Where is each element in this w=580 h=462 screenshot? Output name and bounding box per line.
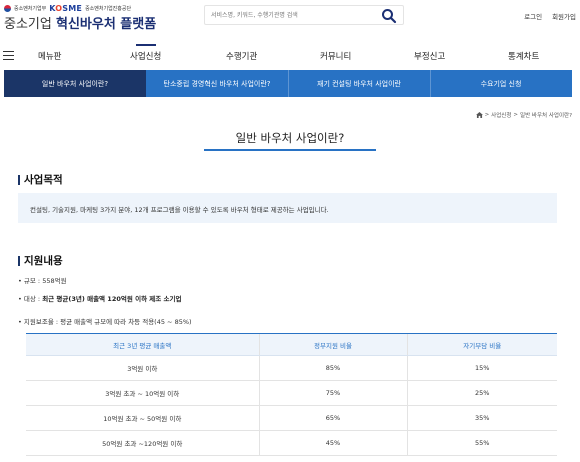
page-title: 일반 바우처 사업이란?	[235, 131, 345, 145]
breadcrumb-item-apply[interactable]: 사업신청	[491, 111, 511, 119]
gnb-active-indicator	[136, 44, 156, 46]
site-title[interactable]: 중소기업 혁신바우처 플랫폼	[4, 13, 156, 32]
tab-carbon-neutral-voucher[interactable]: 탄소중립 경영혁신 바우처 사업이란?	[146, 70, 288, 97]
gnb-item-report[interactable]: 부정신고	[414, 50, 445, 62]
gnb-item-apply[interactable]: 사업신청	[130, 50, 161, 62]
table-cell: 85%	[258, 355, 407, 381]
tab-demand-apply[interactable]: 수요기업 신청	[430, 70, 572, 97]
support-ratio-table: 최근 3년 평균 매출액 정부지원 비율 자기부담 비율 3억원 이하 85% …	[26, 333, 557, 456]
tab-recovery-consulting-voucher[interactable]: 재기 컨설팅 바우처 사업이란	[288, 70, 430, 97]
table-cell: 15%	[406, 355, 557, 381]
gnb-item-menu[interactable]: 메뉴판	[38, 50, 61, 62]
main-navigation: 메뉴판 사업신청 수행기관 커뮤니티 부정신고 통계차트	[0, 44, 580, 68]
table-cell: 75%	[258, 380, 407, 406]
purpose-description: 컨설팅, 기술지원, 마케팅 3가지 분야, 12개 프로그램을 이용할 수 있…	[18, 193, 557, 223]
table-cell: 3억원 이하	[26, 355, 259, 381]
table-row: 3억원 이하 85% 15%	[26, 355, 557, 381]
section-marker	[18, 255, 20, 266]
table-cell: 35%	[406, 405, 557, 431]
section-title-support: 지원내용	[18, 253, 63, 268]
sub-tabs: 일반 바우처 사업이란? 탄소중립 경영혁신 바우처 사업이란? 재기 컨설팅 …	[4, 70, 572, 97]
gnb-item-agencies[interactable]: 수행기관	[226, 50, 257, 62]
table-cell: 3억원 초과 ~ 10억원 이하	[26, 380, 259, 406]
search-icon[interactable]	[381, 8, 397, 24]
search-input[interactable]	[211, 9, 371, 22]
column-header-gov-ratio: 정부지원 비율	[258, 333, 407, 356]
gnb-item-stats[interactable]: 통계차트	[508, 50, 539, 62]
table-cell: 45%	[258, 430, 407, 456]
support-scale: • 규모 : 558억원	[18, 277, 67, 285]
utility-links: 로그인 회원가입	[524, 11, 576, 21]
support-ratio: • 지원보조율 : 평균 매출액 규모에 따라 차등 적용(45 ~ 85%)	[18, 318, 192, 326]
support-target: • 대상 : 최근 평균(3년) 매출액 120억원 이하 제조 소기업	[18, 295, 182, 303]
kosme-logo: KOSME	[49, 4, 83, 13]
breadcrumb-separator: >	[484, 112, 490, 118]
hamburger-menu-icon[interactable]	[3, 51, 14, 60]
join-link[interactable]: 회원가입	[552, 11, 576, 21]
gov-label: 중소벤처기업부	[14, 6, 47, 12]
breadcrumb: > 사업신청 > 일반 바우처 사업이란?	[475, 111, 572, 119]
breadcrumb-separator: >	[513, 112, 519, 118]
site-header: 중소벤처기업부 KOSME 중소벤처기업진흥공단 중소기업 혁신바우처 플랫폼 …	[0, 0, 580, 38]
home-icon[interactable]	[475, 112, 483, 118]
breadcrumb-item-current: 일반 바우처 사업이란?	[520, 113, 572, 119]
table-cell: 25%	[406, 380, 557, 406]
table-cell: 65%	[258, 405, 407, 431]
table-row: 3억원 초과 ~ 10억원 이하 75% 25%	[26, 380, 557, 406]
section-title-purpose: 사업목적	[18, 172, 63, 187]
table-row: 50억원 초과 ~120억원 이하 45% 55%	[26, 430, 557, 456]
column-header-self-ratio: 자기부담 비율	[406, 333, 557, 356]
tab-general-voucher[interactable]: 일반 바우처 사업이란?	[4, 70, 146, 97]
table-cell: 10억원 초과 ~ 50억원 이하	[26, 405, 259, 431]
table-cell: 50억원 초과 ~120억원 이하	[26, 430, 259, 456]
gnb-item-community[interactable]: 커뮤니티	[320, 50, 351, 62]
title-underline	[204, 149, 376, 151]
section-marker	[18, 174, 20, 185]
agency-logo[interactable]: 중소벤처기업부 KOSME 중소벤처기업진흥공단	[4, 4, 131, 13]
table-header-row: 최근 3년 평균 매출액 정부지원 비율 자기부담 비율	[26, 333, 557, 356]
table-row: 10억원 초과 ~ 50억원 이하 65% 35%	[26, 405, 557, 431]
government-emblem-icon	[4, 5, 11, 12]
column-header-revenue: 최근 3년 평균 매출액	[26, 333, 259, 356]
table-cell: 55%	[406, 430, 557, 456]
search-box	[204, 5, 404, 25]
login-link[interactable]: 로그인	[524, 11, 542, 21]
agency-sub-label: 중소벤처기업진흥공단	[85, 6, 132, 12]
